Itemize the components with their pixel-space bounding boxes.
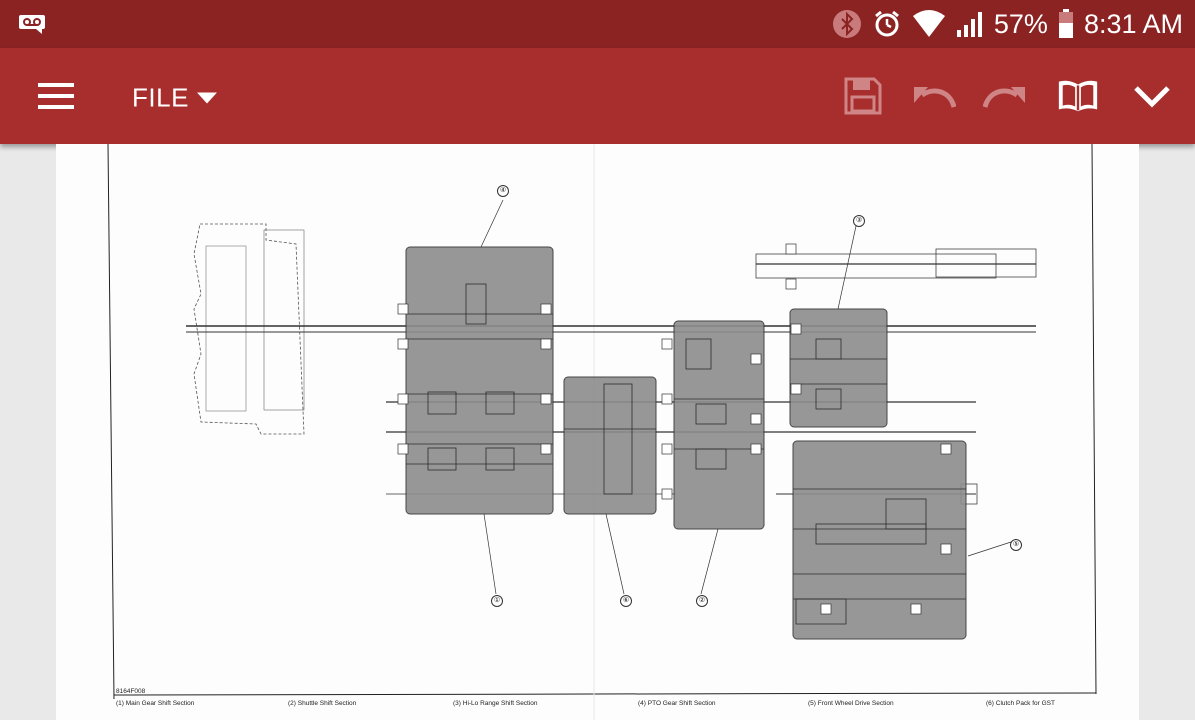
figure-code: 8164F008 <box>116 688 146 695</box>
callout-6: ⑥ <box>620 595 632 607</box>
redo-icon <box>983 87 1025 108</box>
callout-2: ② <box>696 595 708 607</box>
file-menu-button[interactable]: FILE <box>132 83 217 114</box>
callout-1: ① <box>491 595 503 607</box>
callout-5: ⑤ <box>1010 539 1022 551</box>
more-options-button[interactable] <box>1130 76 1174 116</box>
dropdown-caret-icon <box>196 92 217 103</box>
reading-mode-button[interactable] <box>1056 76 1100 116</box>
caption-3: (3) Hi-Lo Range Shift Section <box>453 700 538 707</box>
battery-percent: 57% <box>993 8 1048 39</box>
status-bar: 57% 8:31 AM <box>0 0 1195 48</box>
caption-5: (5) Front Wheel Drive Section <box>808 700 894 707</box>
caption-6: (6) Clutch Pack for GST <box>986 700 1055 707</box>
alarm-icon <box>874 10 899 37</box>
app-toolbar: FILE <box>0 48 1195 144</box>
chevron-down-icon <box>1134 86 1170 108</box>
bluetooth-icon <box>832 10 861 38</box>
save-icon <box>844 77 882 115</box>
callout-4: ④ <box>497 185 509 197</box>
caption-2: (2) Shuttle Shift Section <box>288 700 357 707</box>
transmission-diagram <box>107 144 1097 720</box>
caption-4: (4) PTO Gear Shift Section <box>638 700 716 707</box>
wifi-icon <box>912 10 945 37</box>
clock: 8:31 AM <box>1083 8 1183 39</box>
battery-icon <box>1058 9 1073 38</box>
callout-3: ③ <box>853 215 865 227</box>
book-icon <box>1058 80 1098 112</box>
voicemail-icon <box>19 15 45 34</box>
undo-button[interactable] <box>912 76 956 116</box>
menu-icon[interactable] <box>38 83 74 109</box>
caption-1: (1) Main Gear Shift Section <box>116 700 195 707</box>
save-button[interactable] <box>841 76 885 116</box>
undo-icon <box>914 87 956 108</box>
redo-button[interactable] <box>983 76 1027 116</box>
signal-icon <box>956 12 982 37</box>
file-label: FILE <box>132 82 189 113</box>
document-viewer[interactable]: ④ ③ ⑤ ① ⑥ ② 8164F008 (1) Main Gear Shift… <box>56 144 1139 720</box>
